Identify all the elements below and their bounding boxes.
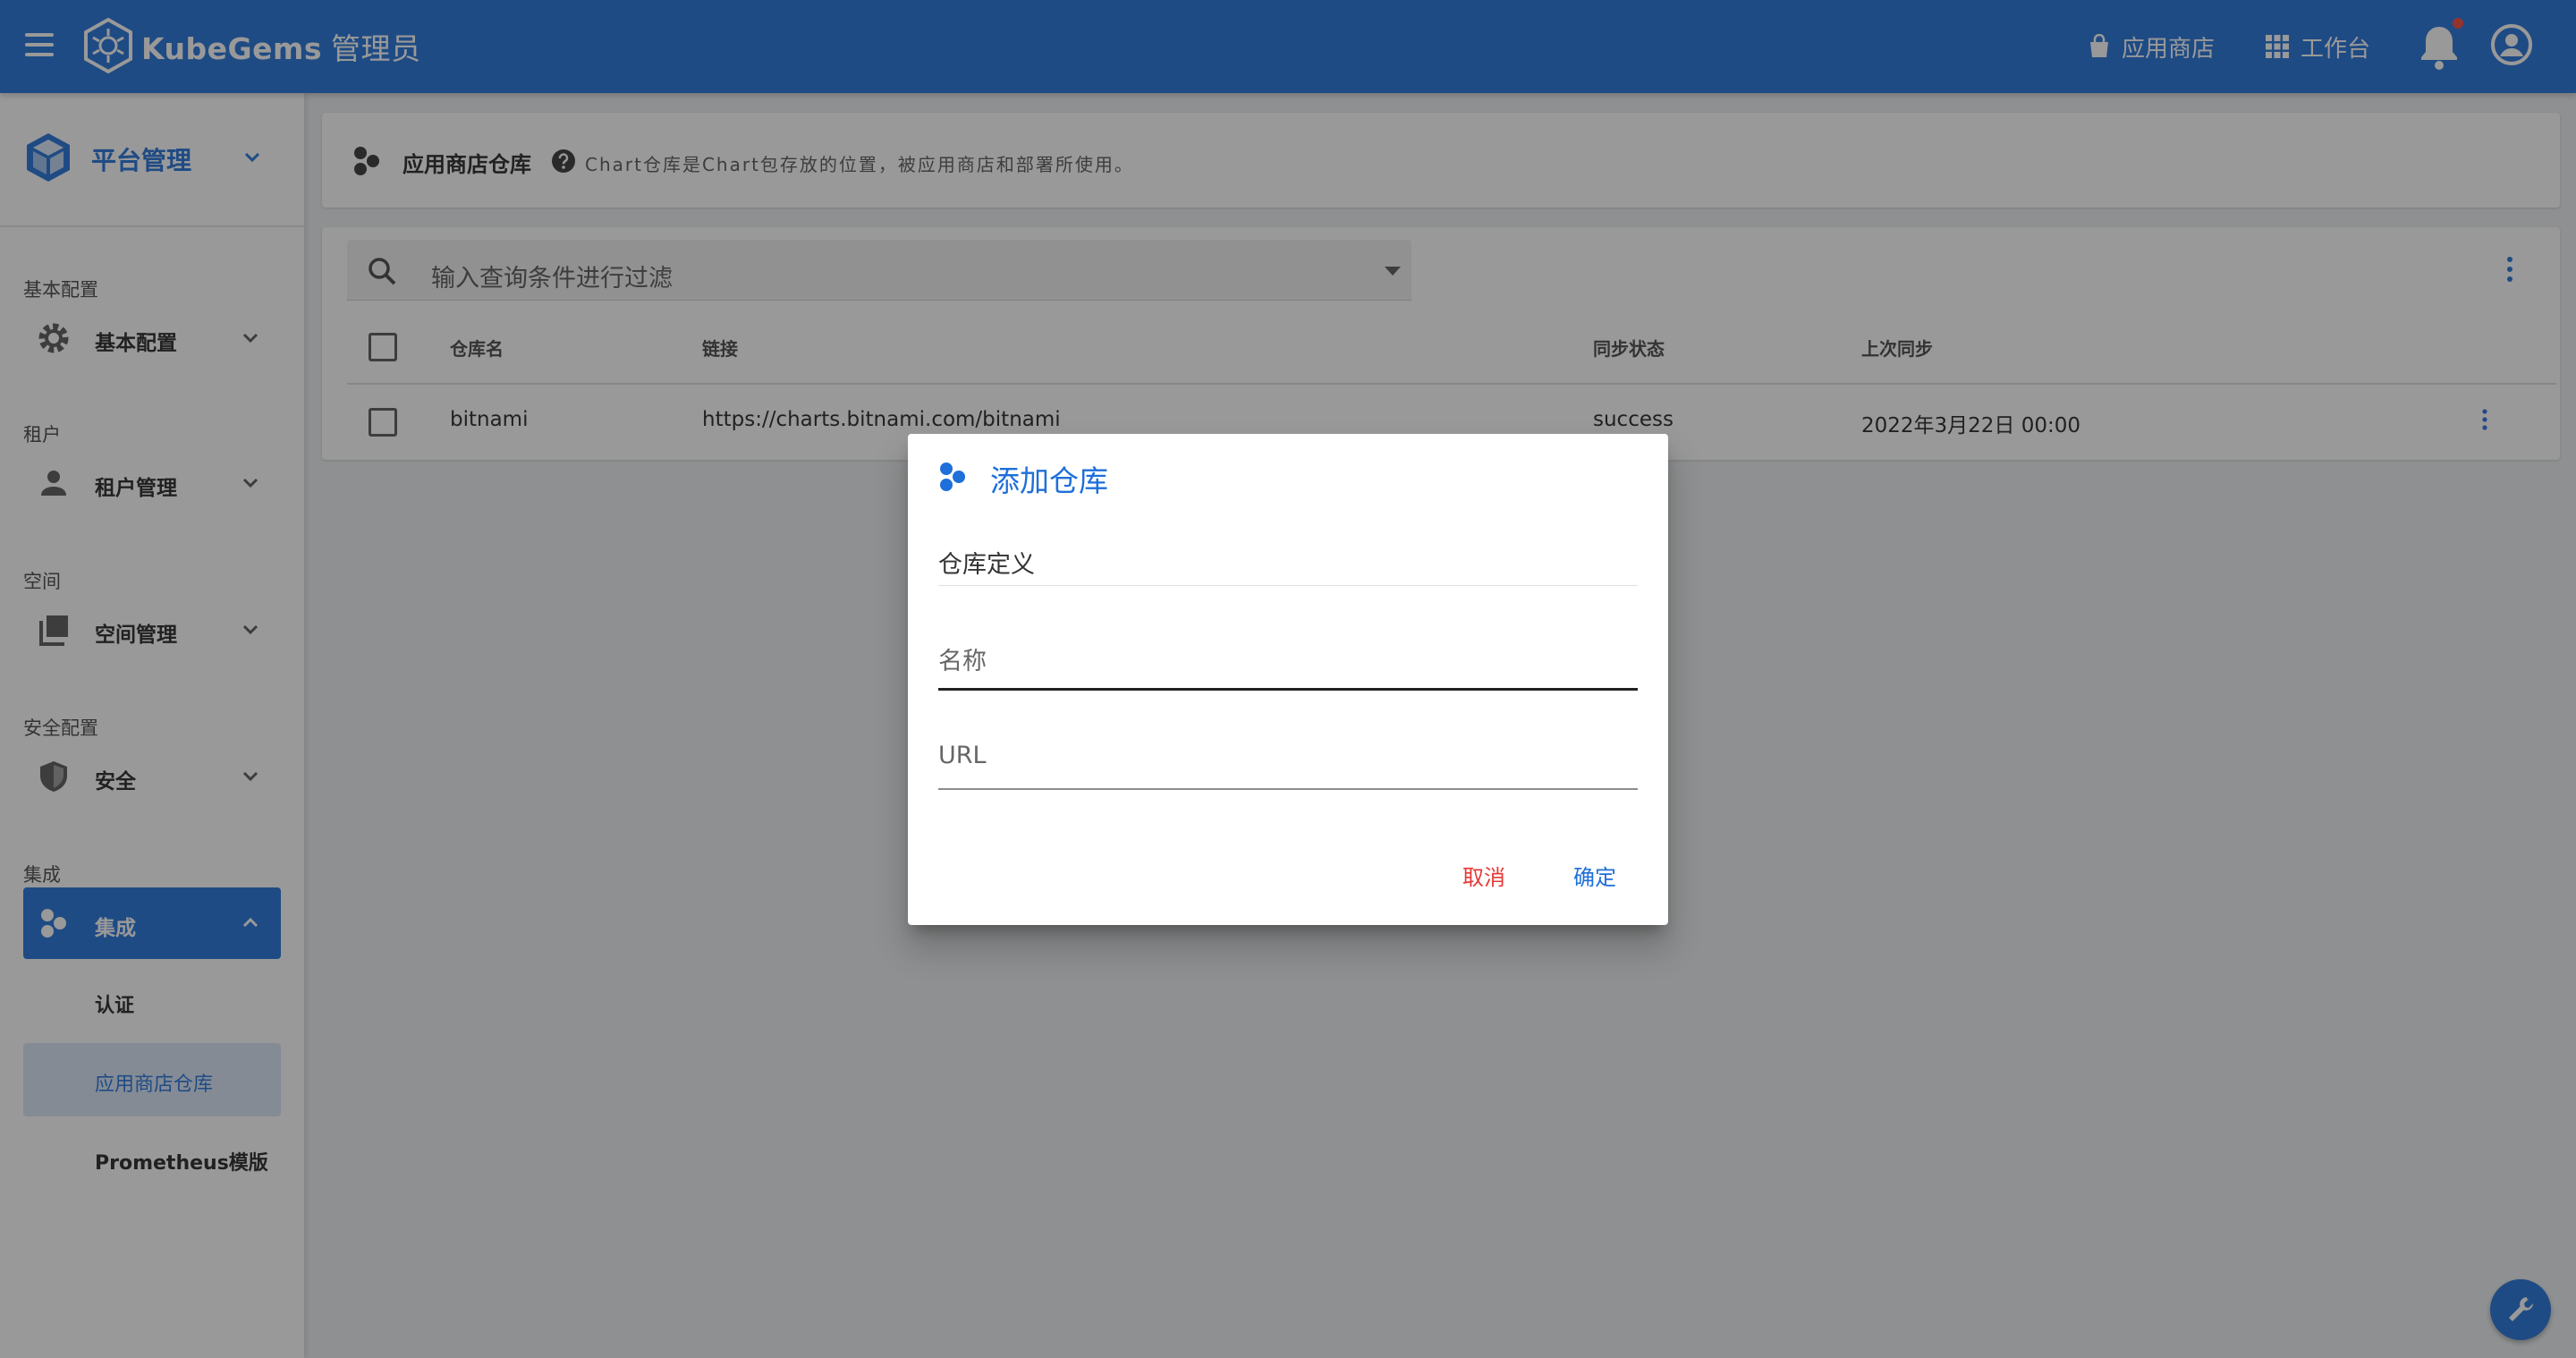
cancel-button[interactable]: 取消 [1462, 860, 1505, 891]
hexagons-icon [940, 463, 965, 491]
repo-definition-section: 仓库定义 [938, 545, 1638, 586]
url-field[interactable]: URL [938, 742, 1638, 792]
name-field-underline [938, 688, 1638, 691]
add-repo-dialog: 添加仓库 仓库定义 名称 URL 取消 确定 [908, 434, 1668, 925]
url-field-underline [938, 788, 1638, 790]
confirm-button[interactable]: 确定 [1573, 860, 1616, 891]
name-field[interactable]: 名称 [938, 641, 1638, 692]
url-input[interactable] [938, 742, 1638, 786]
name-input[interactable] [938, 641, 1638, 686]
dialog-title: 添加仓库 [990, 463, 1108, 498]
